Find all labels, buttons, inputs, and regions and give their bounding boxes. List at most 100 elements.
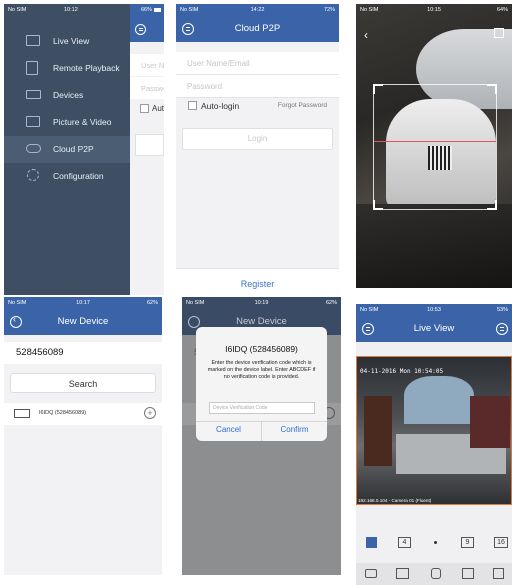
battery-text: 66% — [140, 7, 152, 13]
search-button[interactable]: Search — [10, 373, 156, 393]
battery-text: 62% — [325, 300, 337, 306]
register-link[interactable]: Register — [176, 279, 339, 289]
scan-line — [374, 141, 496, 142]
result-row[interactable]: I6IDQ (528456089) + — [4, 403, 162, 425]
username-placeholder: User Name/Email — [187, 59, 250, 68]
remote-playback-icon — [26, 61, 38, 75]
camera-snapshot-icon[interactable] — [365, 569, 377, 578]
scan-corner — [373, 84, 383, 94]
page-title: Live View — [413, 323, 455, 334]
more-icon[interactable] — [493, 568, 504, 579]
live-view-icon — [26, 35, 40, 46]
menu-item-remote-playback[interactable]: Remote Playback — [4, 55, 130, 82]
menu-label: Cloud P2P — [53, 144, 94, 154]
clock-text: 10:15 — [427, 7, 441, 13]
cancel-button[interactable]: Cancel — [196, 425, 261, 434]
serial-input[interactable]: 528456089 — [4, 342, 162, 364]
peek-password-field: Passwo — [130, 77, 164, 99]
nav-bar: ‹ New Device — [4, 310, 162, 335]
menu-item-devices[interactable]: Devices — [4, 82, 130, 109]
list-icon[interactable] — [496, 323, 508, 335]
confirm-button[interactable]: Confirm — [262, 425, 327, 434]
peek-autologin-label: Auto — [152, 104, 164, 113]
password-field[interactable]: Password — [176, 75, 339, 98]
side-menu: No SIM 10:12 Live View Remote Playback D… — [4, 4, 130, 295]
verification-code-input[interactable]: Device Verification Code — [209, 402, 315, 414]
device-icon — [14, 409, 30, 418]
scan-corner — [487, 84, 497, 94]
grid-16-label: 16 — [497, 539, 505, 546]
clock-text: 10:12 — [64, 7, 78, 13]
menu-item-cloud-p2p[interactable]: Cloud P2P — [4, 136, 130, 163]
scan-corner — [487, 200, 497, 210]
menu-label: Remote Playback — [53, 63, 120, 73]
menu-label: Configuration — [53, 171, 104, 181]
carrier-text: No SIM — [8, 7, 27, 13]
autologin-checkbox[interactable] — [188, 101, 197, 110]
menu-item-configuration[interactable]: Configuration — [4, 163, 130, 190]
clock-text: 10:17 — [76, 300, 90, 306]
menu-label: Live View — [53, 36, 90, 46]
grid-4-label: 4 — [402, 539, 407, 546]
serial-value: 528456089 — [16, 347, 64, 358]
autologin-label: Auto-login — [201, 101, 240, 111]
grid-16-button[interactable]: 16 — [494, 537, 508, 548]
cloud-icon — [26, 144, 41, 153]
edit-icon[interactable] — [494, 28, 504, 38]
menu-item-picture-video[interactable]: Picture & Video — [4, 109, 130, 136]
page-title: Cloud P2P — [234, 23, 281, 34]
menu-label: Picture & Video — [53, 117, 112, 127]
password-placeholder: Password — [187, 82, 223, 91]
layout-selector: 4 9 16 — [356, 532, 512, 554]
input-placeholder: Device Verification Code — [213, 405, 268, 411]
devices-icon — [26, 90, 41, 99]
battery-text: 72% — [323, 7, 335, 13]
screen-new-device: No SIM 10:17 62% ‹ New Device 528456089 … — [4, 297, 162, 575]
grid-1-icon[interactable] — [366, 537, 377, 548]
nav-bar: Cloud P2P — [176, 17, 339, 42]
menu-label: Devices — [53, 90, 84, 100]
battery-text: 53% — [496, 307, 508, 313]
clock-text: 10:53 — [427, 307, 441, 313]
status-bar: No SIM 10:15 64% — [356, 4, 512, 17]
result-label: I6IDQ (528456089) — [39, 410, 87, 416]
desk-surface — [356, 204, 512, 288]
record-icon[interactable] — [396, 568, 409, 579]
screen-qr-scanner: No SIM 10:15 64% ‹ — [356, 4, 512, 288]
picture-video-icon — [26, 116, 40, 127]
peek-username-field: User Na — [130, 54, 164, 76]
page-title: New Device — [57, 316, 109, 327]
toolbar — [356, 563, 512, 585]
battery-text: 64% — [496, 7, 508, 13]
menu-item-live-view[interactable]: Live View — [4, 28, 130, 55]
battery-icon — [154, 8, 161, 12]
gear-icon — [27, 169, 39, 181]
peek-login-button — [135, 134, 164, 156]
add-icon[interactable]: + — [144, 407, 156, 419]
status-bar: No SIM 10:12 — [4, 4, 130, 17]
page-dot — [434, 541, 437, 544]
talk-icon[interactable] — [431, 568, 441, 579]
grid-9-button[interactable]: 9 — [461, 537, 474, 548]
scan-corner — [373, 200, 383, 210]
back-arrow-icon[interactable]: ‹ — [364, 28, 368, 42]
status-bar: No SIM 10:17 62% — [4, 297, 162, 310]
peek-checkbox — [140, 104, 149, 113]
ptz-icon[interactable] — [462, 568, 474, 579]
video-border — [356, 356, 512, 505]
grid-4-button[interactable]: 4 — [398, 537, 411, 548]
status-bar: No SIM 10:19 62% — [182, 297, 341, 310]
verification-dialog: I6IDQ (528456089) Enter the device verif… — [196, 327, 327, 441]
screen-verification-dialog: No SIM 10:19 62% New Device 528456089 I6… — [182, 297, 341, 575]
login-button[interactable]: Login — [182, 128, 333, 150]
clock-text: 14:22 — [250, 7, 265, 13]
battery-text: 62% — [146, 300, 158, 306]
peek-menu-icon — [135, 24, 146, 35]
search-label: Search — [68, 379, 98, 389]
status-bar-right: 66% — [130, 4, 164, 17]
grid-9-label: 9 — [465, 539, 470, 546]
username-field[interactable]: User Name/Email — [176, 52, 339, 75]
forgot-password-link[interactable]: Forgot Password — [278, 102, 327, 109]
status-bar: No SIM 14:22 72% — [176, 4, 339, 17]
screen-live-view: No SIM 10:53 53% Live View 04-11-2016 Mo… — [356, 304, 512, 585]
